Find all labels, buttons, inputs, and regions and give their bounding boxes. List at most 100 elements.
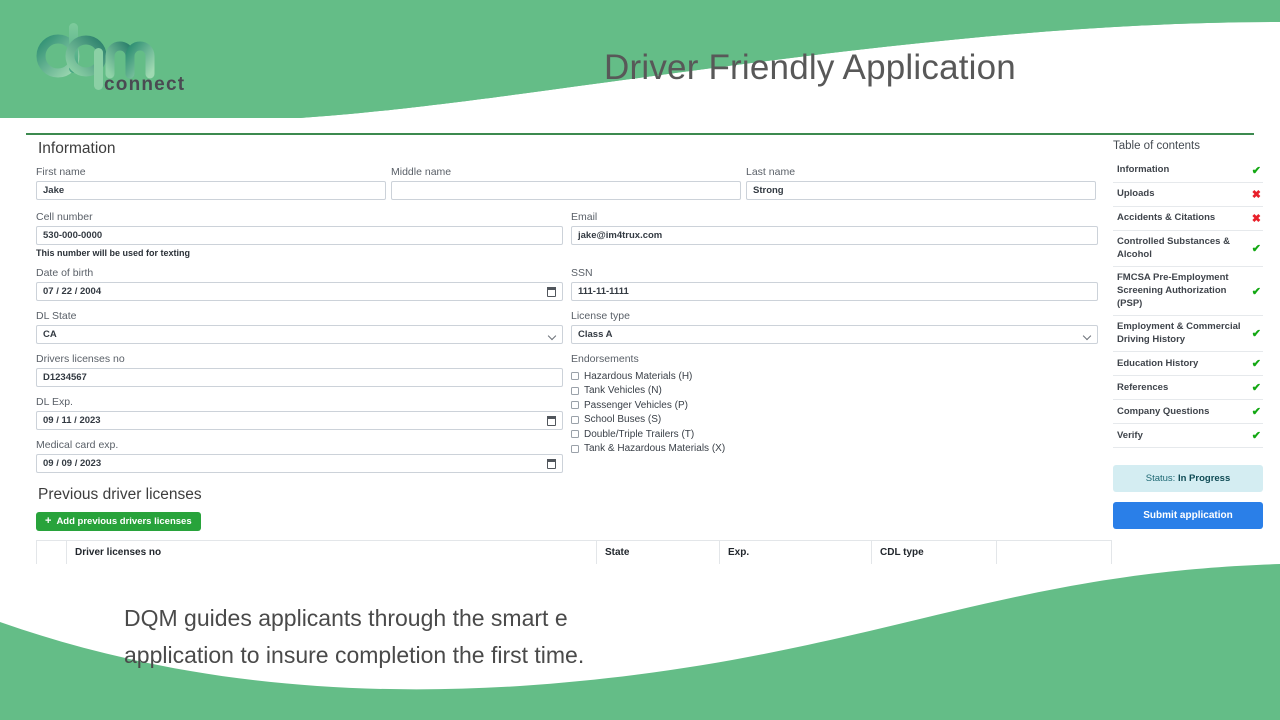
slide-caption: DQM guides applicants through the smart …: [124, 600, 804, 675]
dob-input[interactable]: 07 / 22 / 2004: [36, 282, 563, 301]
license-type-select[interactable]: Class A: [571, 325, 1098, 344]
calendar-icon[interactable]: [547, 287, 556, 297]
checkbox-icon[interactable]: [571, 386, 579, 395]
checkbox-icon[interactable]: [571, 430, 579, 439]
caption-line-2: application to insure completion the fir…: [124, 642, 585, 669]
toc-item-label: Education History: [1117, 357, 1199, 369]
toc-item-label: FMCSA Pre-Employment Screening Authoriza…: [1117, 272, 1229, 309]
check-icon: ✔: [1251, 430, 1261, 443]
table-of-contents: Table of contents Information ✔ Uploads ✖ Ac…: [1113, 140, 1263, 530]
add-previous-drivers-licenses-button[interactable]: + Add previous drivers licenses: [36, 512, 201, 531]
endorsement-option[interactable]: Hazardous Materials (H): [571, 369, 1098, 384]
medical-card-exp-input[interactable]: 09 / 09 / 2023: [36, 454, 563, 473]
toc-item-label: Company Questions: [1117, 405, 1210, 417]
cell-number-label: Cell number: [36, 211, 93, 223]
checkbox-icon[interactable]: [571, 372, 579, 381]
endorsements-label: Endorsements: [571, 353, 639, 365]
endorsement-label: Hazardous Materials (H): [584, 370, 693, 382]
toc-item-label: Information: [1117, 164, 1170, 176]
toc-item-uploads[interactable]: Uploads ✖: [1113, 183, 1263, 207]
drivers-license-no-input[interactable]: D1234567: [36, 368, 563, 387]
page-title: Driver Friendly Application: [604, 48, 1016, 87]
license-type-label: License type: [571, 310, 630, 322]
toc-item-education-history[interactable]: Education History ✔: [1113, 352, 1263, 377]
endorsements-list: Hazardous Materials (H) Tank Vehicles (N)…: [571, 369, 1098, 456]
dl-state-label: DL State: [36, 310, 77, 322]
endorsement-label: Passenger Vehicles (P): [584, 399, 688, 411]
logo-wordmark: connect: [104, 74, 185, 95]
toc-item-label: References: [1117, 381, 1169, 393]
check-icon: ✔: [1251, 285, 1261, 298]
endorsement-option[interactable]: School Buses (S): [571, 413, 1098, 428]
toc-item-verify[interactable]: Verify ✔: [1113, 424, 1263, 449]
toc-item-references[interactable]: References ✔: [1113, 376, 1263, 401]
endorsement-label: Tank & Hazardous Materials (X): [584, 443, 726, 455]
medical-card-exp-label: Medical card exp.: [36, 439, 119, 451]
submit-application-button[interactable]: Submit application: [1113, 502, 1263, 530]
email-input[interactable]: jake@im4trux.com: [571, 226, 1098, 245]
ssn-label: SSN: [571, 267, 593, 279]
plus-icon: +: [45, 515, 52, 527]
toc-item-employment-commercial-driving-history[interactable]: Employment & Commercial Driving History ✔: [1113, 316, 1263, 353]
status-prefix: Status:: [1145, 473, 1178, 485]
toc-item-information[interactable]: Information ✔: [1113, 159, 1263, 183]
dob-ssn-row: Date of birth 07 / 22 / 2004 SSN 111-11-…: [36, 267, 1111, 301]
check-icon: ✔: [1251, 328, 1261, 341]
endorsement-label: School Buses (S): [584, 414, 662, 426]
endorsement-option[interactable]: Passenger Vehicles (P): [571, 398, 1098, 413]
header-divider: [26, 133, 1254, 135]
endorsement-label: Double/Triple Trailers (T): [584, 428, 695, 440]
license-type-value: Class A: [578, 329, 613, 340]
status-value: In Progress: [1177, 473, 1231, 485]
check-icon: ✔: [1251, 406, 1261, 419]
check-icon: ✔: [1251, 358, 1261, 371]
application-screenshot: Information First name Jake Middle name …: [18, 140, 1263, 600]
last-name-input[interactable]: Strong: [746, 181, 1096, 200]
endorsement-option[interactable]: Double/Triple Trailers (T): [571, 427, 1098, 442]
dqm-connect-logo: connect: [30, 18, 200, 96]
check-icon: ✔: [1251, 382, 1261, 395]
middle-name-label: Middle name: [391, 166, 452, 178]
endorsement-option[interactable]: Tank Vehicles (N): [571, 384, 1098, 399]
cell-number-input[interactable]: 530-000-0000: [36, 226, 563, 245]
calendar-icon[interactable]: [547, 459, 556, 469]
middle-name-input[interactable]: [391, 181, 741, 200]
dob-value: 07 / 22 / 2004: [43, 286, 102, 297]
slide: connect Driver Friendly Application Info…: [0, 0, 1280, 720]
last-name-label: Last name: [746, 166, 796, 178]
drivers-license-no-label: Drivers licenses no: [36, 353, 125, 365]
license-row: DL State CA License type Class A: [36, 310, 1111, 344]
endorsements-group: Endorsements Hazardous Materials (H) Tank…: [571, 353, 1098, 473]
ssn-input[interactable]: 111-11-1111: [571, 282, 1098, 301]
toc-item-label: Accidents & Citations: [1117, 212, 1216, 224]
first-name-label: First name: [36, 166, 86, 178]
endorsement-option[interactable]: Tank & Hazardous Materials (X): [571, 442, 1098, 457]
toc-title: Table of contents: [1113, 140, 1200, 152]
check-icon: ✔: [1251, 165, 1261, 177]
dl-exp-input[interactable]: 09 / 11 / 2023: [36, 411, 563, 430]
toc-item-label: Employment & Commercial Driving History: [1117, 321, 1241, 345]
checkbox-icon[interactable]: [571, 415, 579, 424]
dl-state-select[interactable]: CA: [36, 325, 563, 344]
name-row: First name Jake Middle name Last name St…: [36, 166, 1111, 200]
cell-number-helper: This number will be used for texting: [36, 248, 191, 258]
endorsement-label: Tank Vehicles (N): [584, 385, 662, 397]
dob-label: Date of birth: [36, 267, 94, 279]
information-form: Information First name Jake Middle name …: [36, 140, 1112, 564]
toc-item-controlled-substances-alcohol[interactable]: Controlled Substances & Alcohol ✔: [1113, 231, 1263, 268]
checkbox-icon[interactable]: [571, 401, 579, 410]
toc-item-company-questions[interactable]: Company Questions ✔: [1113, 400, 1263, 425]
checkbox-icon[interactable]: [571, 444, 579, 453]
toc-item-label: Controlled Substances & Alcohol: [1117, 236, 1230, 260]
caption-line-1: DQM guides applicants through the smart …: [124, 605, 568, 631]
dl-endorsements-row: Drivers licenses no D1234567 DL Exp. 09 …: [36, 353, 1111, 473]
check-icon: ✔: [1251, 243, 1261, 256]
calendar-icon[interactable]: [547, 416, 556, 426]
first-name-input[interactable]: Jake: [36, 181, 386, 200]
cross-icon: ✖: [1251, 213, 1261, 225]
toc-list: Information ✔ Uploads ✖ Accidents & Citation…: [1113, 159, 1263, 449]
contact-row: Cell number 530-000-0000 This number wil…: [36, 211, 1111, 258]
toc-item-fmcsa-pre-employment-screening-authorization-psp[interactable]: FMCSA Pre-Employment Screening Authoriza…: [1113, 267, 1263, 317]
toc-item-accidents-citations[interactable]: Accidents & Citations ✖: [1113, 207, 1263, 231]
dl-state-value: CA: [43, 329, 57, 340]
